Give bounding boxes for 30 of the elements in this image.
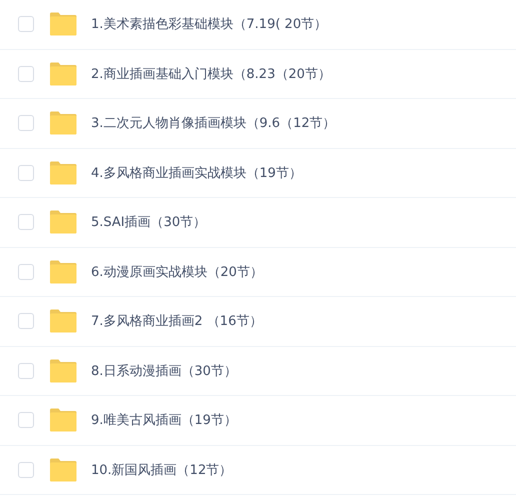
- folder-icon: [49, 62, 77, 86]
- folder-name[interactable]: 7.多风格商业插画2 （16节）: [91, 312, 262, 330]
- folder-name[interactable]: 10.新国风插画（12节）: [91, 460, 232, 479]
- folder-icon: [49, 358, 77, 383]
- folder-name[interactable]: 6.动漫原画实战模块（20节）: [91, 262, 263, 281]
- checkbox[interactable]: [18, 115, 34, 132]
- checkbox[interactable]: [18, 412, 34, 428]
- folder-icon: [49, 309, 77, 334]
- folder-name[interactable]: 8.日系动漫插画（30节）: [91, 362, 237, 380]
- folder-icon: [49, 260, 77, 284]
- folder-name[interactable]: 1.美术素描色彩基础模块（7.19( 20节）: [91, 15, 328, 34]
- checkbox[interactable]: [18, 214, 34, 230]
- checkbox[interactable]: [18, 16, 34, 32]
- folder-name[interactable]: 9.唯美古风插画（19节）: [91, 411, 237, 430]
- folder-name[interactable]: 4.多风格商业插画实战模块（19节）: [91, 164, 302, 182]
- checkbox[interactable]: [18, 164, 34, 181]
- checkbox[interactable]: [18, 264, 34, 280]
- folder-icon: [49, 12, 77, 36]
- folder-icon: [49, 111, 77, 136]
- folder-name[interactable]: 2.商业插画基础入门模块（8.23（20节）: [91, 64, 331, 83]
- folder-icon: [49, 160, 77, 185]
- folder-name[interactable]: 5.SAI插画（30节）: [91, 213, 206, 232]
- folder-icon: [49, 210, 77, 234]
- checkbox[interactable]: [18, 462, 34, 478]
- checkbox[interactable]: [18, 313, 34, 330]
- folder-icon: [49, 458, 77, 482]
- folder-icon: [49, 408, 77, 432]
- folder-name[interactable]: 3.二次元人物肖像插画模块（9.6（12节）: [91, 114, 336, 132]
- checkbox[interactable]: [18, 66, 34, 82]
- checkbox[interactable]: [18, 362, 34, 379]
